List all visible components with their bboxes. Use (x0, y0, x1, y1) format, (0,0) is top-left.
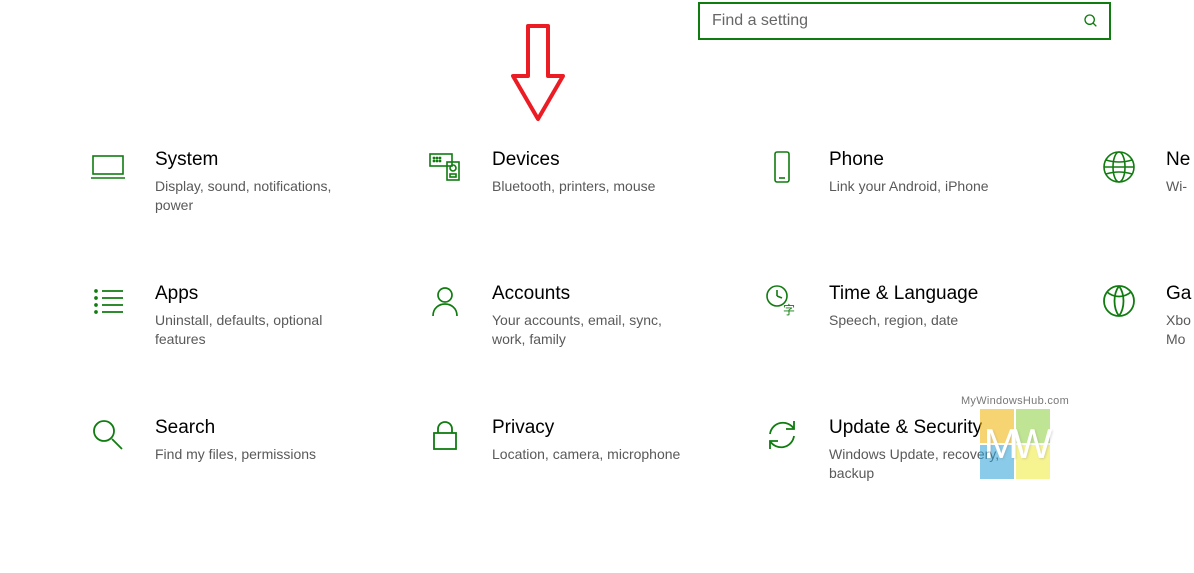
system-icon (91, 150, 125, 184)
tile-gaming[interactable]: Ga Xbo Mo (1102, 282, 1194, 416)
tile-title: Privacy (492, 416, 680, 441)
svg-text:字: 字 (783, 302, 795, 317)
tile-devices[interactable]: Devices Bluetooth, printers, mouse (428, 148, 765, 282)
tile-title: Accounts (492, 282, 692, 307)
tile-desc: Display, sound, notifications, power (155, 177, 355, 215)
time-language-icon: 字 (765, 284, 799, 318)
phone-icon (765, 150, 799, 184)
globe-icon (1102, 150, 1136, 184)
search-category-icon (91, 418, 125, 452)
tile-desc: Windows Update, recovery, backup (829, 445, 1029, 483)
tile-phone[interactable]: Phone Link your Android, iPhone (765, 148, 1102, 282)
apps-icon (91, 284, 125, 318)
devices-icon (428, 150, 462, 184)
tile-desc: Find my files, permissions (155, 445, 316, 464)
tile-desc: Location, camera, microphone (492, 445, 680, 464)
search-input[interactable] (710, 11, 1083, 31)
tile-desc: Wi- (1166, 177, 1190, 196)
tile-title: Ga (1166, 282, 1191, 307)
tile-title: System (155, 148, 355, 173)
tile-title: Phone (829, 148, 989, 173)
tile-title: Update & Security (829, 416, 1029, 441)
tile-update-security[interactable]: Update & Security Windows Update, recove… (765, 416, 1102, 550)
tile-desc: Uninstall, defaults, optional features (155, 311, 355, 349)
arrow-annotation (508, 21, 568, 126)
tile-search[interactable]: Search Find my files, permissions (91, 416, 428, 550)
gaming-icon (1102, 284, 1136, 318)
tile-title: Time & Language (829, 282, 978, 307)
tile-title: Devices (492, 148, 655, 173)
tile-title: Ne (1166, 148, 1190, 173)
tile-desc: Xbo Mo (1166, 311, 1191, 349)
tile-accounts[interactable]: Accounts Your accounts, email, sync, wor… (428, 282, 765, 416)
tile-desc: Link your Android, iPhone (829, 177, 989, 196)
search-icon (1083, 13, 1099, 29)
accounts-icon (428, 284, 462, 318)
search-box[interactable] (698, 2, 1111, 40)
tile-network[interactable]: Ne Wi- (1102, 148, 1194, 282)
tile-time-language[interactable]: 字 Time & Language Speech, region, date (765, 282, 1102, 416)
tile-apps[interactable]: Apps Uninstall, defaults, optional featu… (91, 282, 428, 416)
settings-grid: System Display, sound, notifications, po… (91, 148, 1194, 550)
update-icon (765, 418, 799, 452)
tile-system[interactable]: System Display, sound, notifications, po… (91, 148, 428, 282)
tile-desc: Your accounts, email, sync, work, family (492, 311, 692, 349)
tile-desc: Bluetooth, printers, mouse (492, 177, 655, 196)
tile-title: Search (155, 416, 316, 441)
tile-privacy[interactable]: Privacy Location, camera, microphone (428, 416, 765, 550)
tile-desc: Speech, region, date (829, 311, 978, 330)
lock-icon (428, 418, 462, 452)
tile-title: Apps (155, 282, 355, 307)
